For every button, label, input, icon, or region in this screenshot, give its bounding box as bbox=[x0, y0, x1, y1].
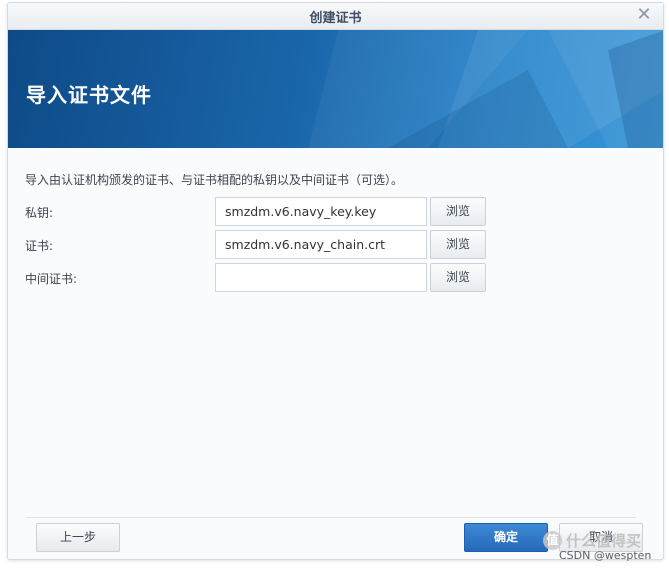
private-key-input[interactable] bbox=[215, 197, 427, 226]
page-heading: 导入证书文件 bbox=[26, 83, 152, 107]
description-text: 导入由认证机构颁发的证书、与证书相配的私钥以及中间证书（可选）。 bbox=[25, 173, 404, 187]
create-certificate-dialog: 创建证书 ✕ 导入证书文件 导入由认证机构颁发的证书、与证书相配的私钥以及中间证… bbox=[7, 2, 664, 560]
close-icon[interactable]: ✕ bbox=[634, 5, 654, 25]
certificate-input[interactable] bbox=[215, 230, 427, 259]
private-key-browse-button[interactable]: 浏览 bbox=[430, 197, 486, 226]
header-banner: 导入证书文件 bbox=[8, 30, 663, 148]
certificate-label: 证书: bbox=[25, 239, 54, 253]
intermediate-certificate-row: 中间证书: 浏览 bbox=[8, 263, 663, 293]
watermark-logo-icon: 值 bbox=[543, 531, 562, 550]
certificate-browse-button[interactable]: 浏览 bbox=[430, 230, 486, 259]
dialog-title: 创建证书 bbox=[309, 11, 362, 26]
intermediate-certificate-browse-button[interactable]: 浏览 bbox=[430, 263, 486, 292]
dialog-titlebar: 创建证书 ✕ bbox=[8, 3, 663, 30]
intermediate-certificate-input[interactable] bbox=[215, 263, 427, 292]
certificate-row: 证书: 浏览 bbox=[8, 230, 663, 260]
watermark-site-text: 什么值得买 bbox=[566, 532, 642, 550]
intermediate-certificate-label: 中间证书: bbox=[25, 272, 78, 286]
private-key-label: 私钥: bbox=[25, 206, 54, 220]
watermark-csdn-text: CSDN @wespten bbox=[559, 549, 652, 562]
confirm-button[interactable]: 确定 bbox=[464, 523, 548, 552]
previous-step-button[interactable]: 上一步 bbox=[36, 523, 120, 552]
private-key-row: 私钥: 浏览 bbox=[8, 197, 663, 227]
footer-divider bbox=[26, 517, 636, 518]
